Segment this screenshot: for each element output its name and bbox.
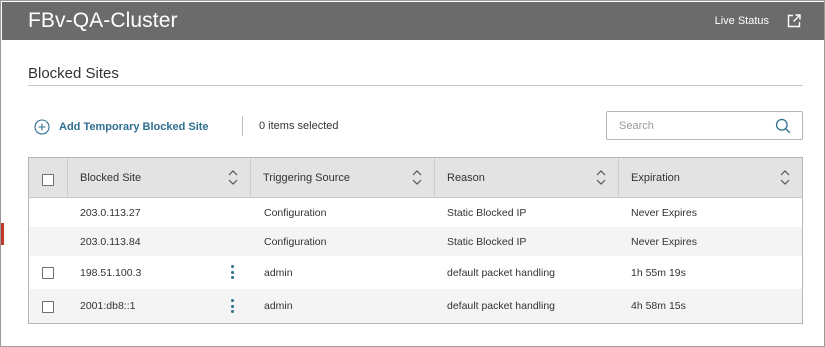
table-row[interactable]: 2001:db8::1 admin default packet handlin…	[29, 289, 802, 323]
app-window: FBv-QA-Cluster Live Status Blocked Sites…	[0, 0, 825, 347]
cell-expiration: 1h 55m 19s	[631, 267, 686, 279]
title-divider	[28, 85, 803, 86]
cell-blocked-site: 198.51.100.3	[80, 267, 142, 279]
column-header-reason[interactable]: Reason	[435, 158, 619, 197]
cell-expiration: Never Expires	[631, 207, 697, 219]
cell-expiration: 4h 58m 15s	[631, 300, 686, 312]
search-icon[interactable]	[775, 118, 791, 134]
external-link-icon[interactable]	[786, 13, 802, 29]
cell-blocked-site: 203.0.113.27	[80, 207, 141, 219]
sort-icon[interactable]	[412, 169, 422, 186]
row-checkbox[interactable]	[42, 301, 54, 313]
cell-expiration: Never Expires	[631, 236, 697, 248]
cell-reason: Static Blocked IP	[447, 207, 527, 219]
row-actions-menu-icon[interactable]	[231, 265, 235, 281]
row-actions-menu-icon[interactable]	[231, 299, 235, 315]
select-all-checkbox[interactable]	[42, 174, 54, 186]
add-button-label: Add Temporary Blocked Site	[59, 121, 209, 133]
cell-triggering-source: admin	[264, 300, 293, 312]
sort-icon[interactable]	[780, 169, 790, 186]
add-temporary-blocked-site-button[interactable]: Add Temporary Blocked Site	[34, 118, 209, 136]
sort-icon[interactable]	[228, 169, 238, 186]
table-row[interactable]: 203.0.113.84 Configuration Static Blocke…	[29, 227, 802, 256]
search-input[interactable]	[619, 118, 769, 134]
blocked-sites-table: Blocked Site Triggering Source Reason Ex…	[28, 157, 803, 324]
column-label: Reason	[447, 172, 485, 184]
column-label: Blocked Site	[80, 172, 142, 184]
cell-reason: Static Blocked IP	[447, 236, 527, 248]
select-all-cell	[29, 158, 68, 197]
column-header-triggering-source[interactable]: Triggering Source	[251, 158, 435, 197]
column-label: Triggering Source	[263, 172, 351, 184]
table-row[interactable]: 203.0.113.27 Configuration Static Blocke…	[29, 198, 802, 227]
toolbar-divider	[242, 116, 243, 136]
selection-count: 0 items selected	[259, 120, 339, 132]
cluster-title: FBv-QA-Cluster	[28, 9, 178, 32]
cell-triggering-source: Configuration	[264, 236, 327, 248]
page-title: Blocked Sites	[28, 65, 119, 82]
cell-triggering-source: admin	[264, 267, 293, 279]
cell-reason: default packet handling	[447, 267, 555, 279]
table-header: Blocked Site Triggering Source Reason Ex…	[29, 158, 802, 198]
row-checkbox[interactable]	[42, 267, 54, 279]
column-label: Expiration	[631, 172, 680, 184]
live-status-link[interactable]: Live Status	[715, 15, 769, 27]
cell-blocked-site: 203.0.113.84	[80, 236, 141, 248]
search-box[interactable]	[606, 111, 803, 140]
cell-blocked-site: 2001:db8::1	[80, 300, 136, 312]
side-marker	[1, 223, 4, 245]
cell-reason: default packet handling	[447, 300, 555, 312]
column-header-blocked-site[interactable]: Blocked Site	[68, 158, 251, 197]
sort-icon[interactable]	[596, 169, 606, 186]
column-header-expiration[interactable]: Expiration	[619, 158, 802, 197]
top-bar: FBv-QA-Cluster Live Status	[2, 2, 824, 40]
table-row[interactable]: 198.51.100.3 admin default packet handli…	[29, 256, 802, 289]
add-circle-icon	[34, 119, 50, 135]
cell-triggering-source: Configuration	[264, 207, 327, 219]
